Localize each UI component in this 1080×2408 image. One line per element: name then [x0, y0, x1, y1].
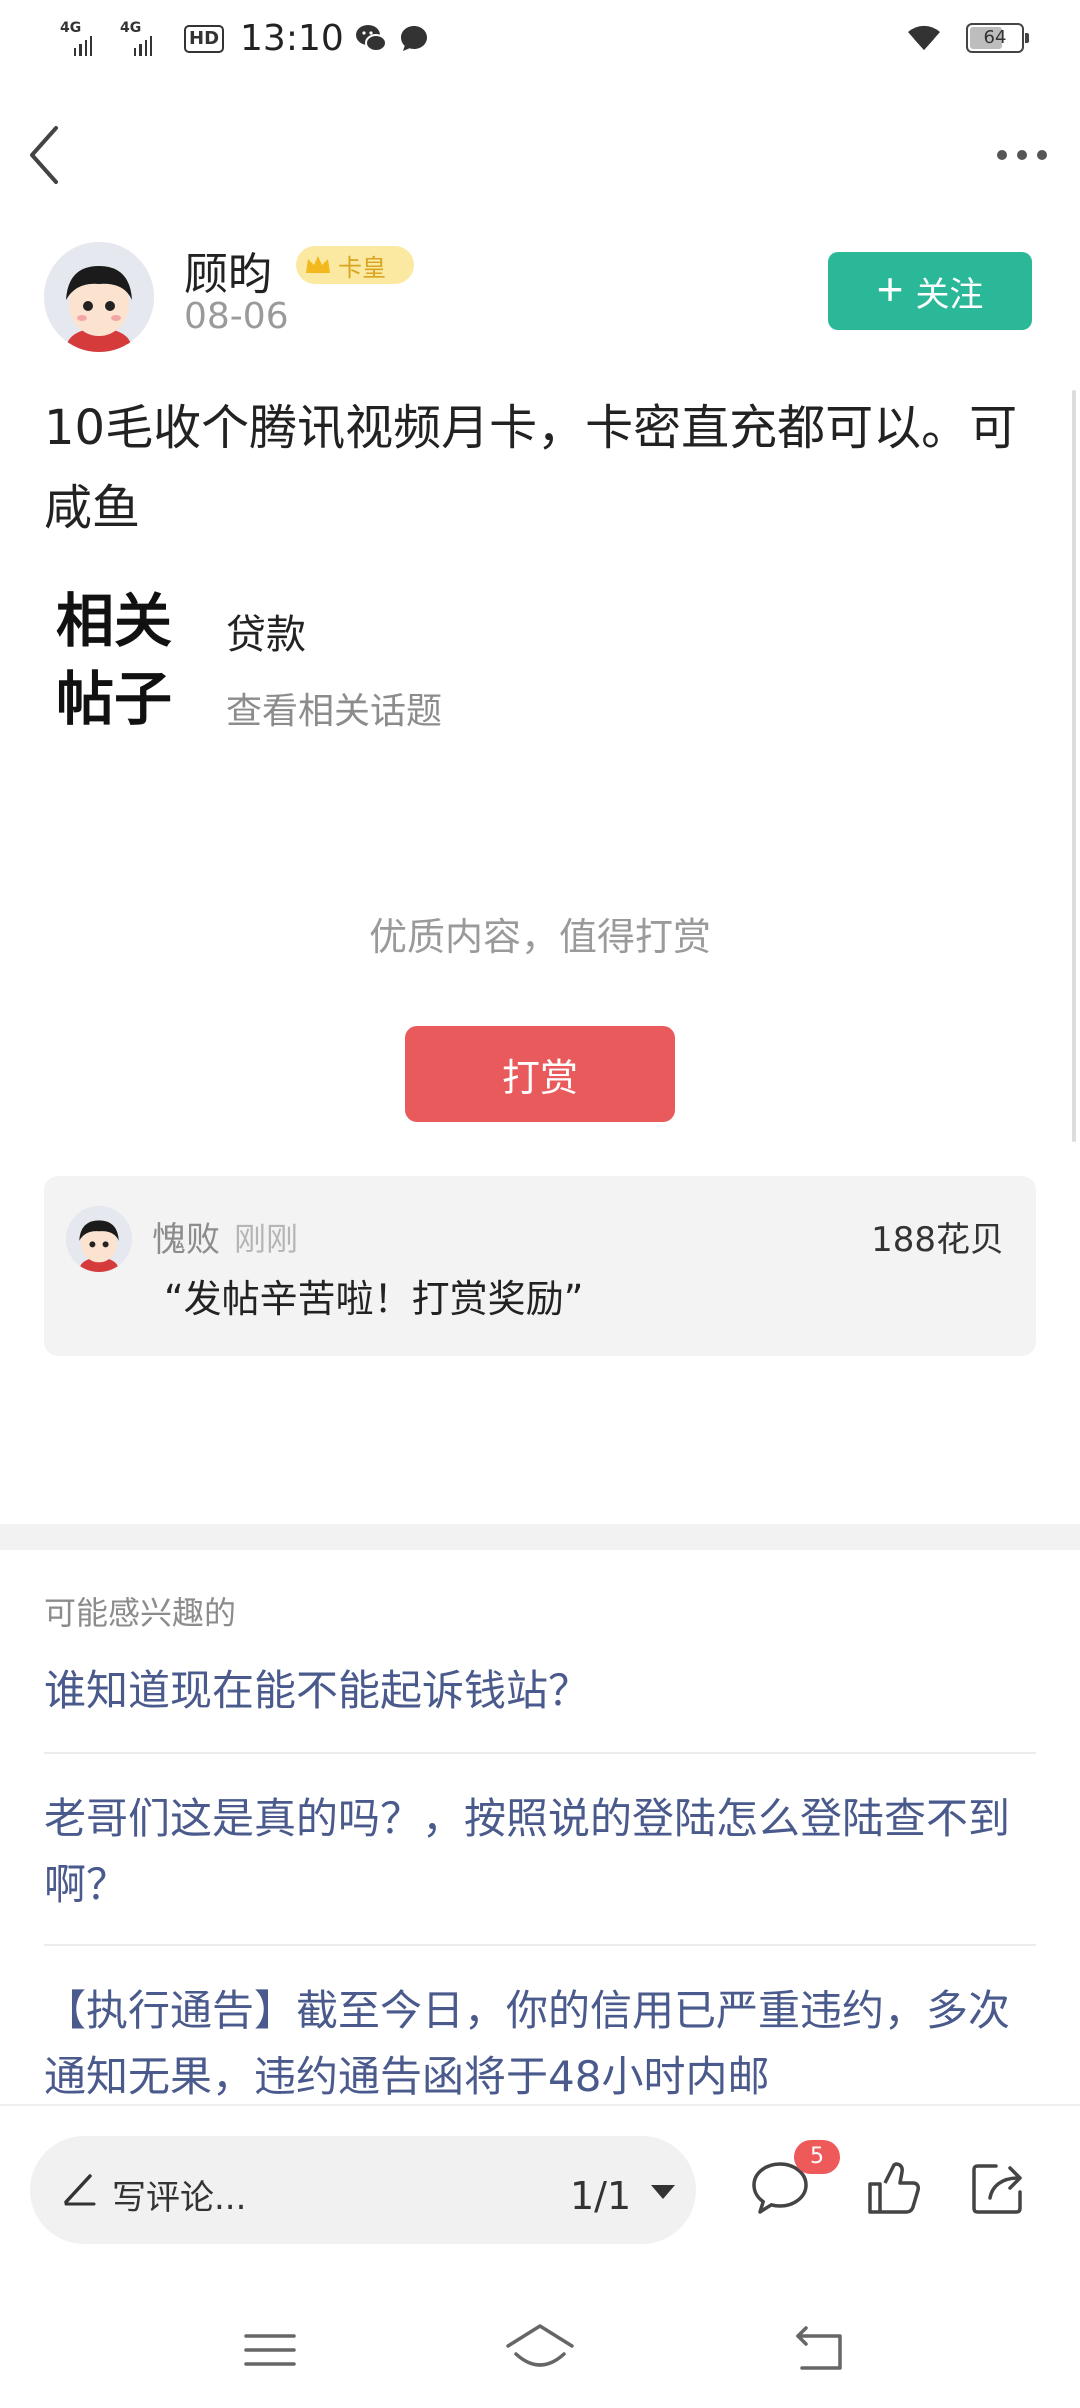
post-date: 08-06	[184, 296, 289, 337]
wechat-icon	[355, 24, 387, 52]
signal-1-label: 4G	[60, 19, 82, 36]
rewarder-avatar[interactable]	[66, 1206, 132, 1272]
back-nav-icon[interactable]	[790, 2320, 850, 2380]
author-name[interactable]: 顾昀	[184, 238, 272, 302]
bottom-action-bar: 写评论... 1/1 5	[0, 2104, 1080, 2292]
wifi-icon	[908, 25, 940, 50]
signal-2-label: 4G	[120, 19, 142, 36]
plus-icon: +	[876, 263, 904, 315]
signal-2-icon: 4G	[120, 19, 152, 56]
author-badge: 卡皇	[296, 246, 414, 284]
reward-prompt: 优质内容，值得打赏	[368, 915, 711, 959]
recommendation-item[interactable]: 老哥们这是真的吗？，按照说的登陆怎么登陆查不到啊？	[44, 1786, 1036, 1918]
section-divider	[0, 1524, 1080, 1550]
reward-message: “发帖辛苦啦！打赏奖励”	[164, 1277, 584, 1321]
reward-time: 刚刚	[234, 1220, 299, 1258]
reward-record: 愧败 刚刚 188花贝 “发帖辛苦啦！打赏奖励”	[44, 1176, 1036, 1356]
pen-icon	[64, 2174, 96, 2206]
status-bar: 4G 4G HD 13:10 64	[0, 0, 1080, 80]
recommendations-title: 可能感兴趣的	[44, 1594, 237, 1632]
status-time: 13:10	[240, 18, 344, 59]
caret-down-icon[interactable]	[648, 2182, 678, 2202]
related-tag[interactable]: 贷款	[226, 602, 306, 660]
share-icon[interactable]	[966, 2156, 1030, 2220]
status-left: 4G 4G HD 13:10	[60, 18, 430, 59]
crown-icon	[306, 256, 330, 273]
more-dots-icon[interactable]	[994, 140, 1050, 170]
avatar-illustration	[66, 1206, 132, 1272]
comment-input[interactable]: 写评论... 1/1	[30, 2136, 696, 2244]
related-posts-title: 相关帖子	[56, 587, 173, 733]
signal-1-icon: 4G	[60, 19, 92, 56]
recommendation-divider	[44, 1752, 1036, 1754]
related-topics-link[interactable]: 查看相关话题	[226, 682, 442, 734]
rewarder-name[interactable]: 愧败	[152, 1212, 220, 1261]
page-indicator[interactable]: 1/1	[570, 2174, 631, 2218]
hd-icon: HD	[184, 24, 225, 53]
follow-label: 关注	[915, 275, 984, 314]
comment-placeholder: 写评论...	[112, 2178, 247, 2218]
post-content: 10毛收个腾讯视频月卡，卡密直充都可以。可咸鱼	[44, 400, 1018, 536]
battery-level: 64	[983, 27, 1007, 48]
system-nav-bar	[0, 2292, 1080, 2408]
message-icon	[400, 25, 427, 51]
reward-amount: 188花贝	[871, 1220, 1004, 1260]
back-arrow-icon[interactable]	[26, 120, 66, 190]
home-icon[interactable]	[504, 2320, 576, 2380]
badge-label: 卡皇	[338, 253, 386, 282]
recommendation-item[interactable]: 【执行通告】截至今日，你的信用已严重违约，多次通知无果，违约通告函将于48小时内…	[44, 1978, 1036, 2104]
menu-icon[interactable]	[240, 2320, 300, 2380]
avatar-illustration	[44, 242, 154, 352]
comment-count-badge: 5	[794, 2140, 840, 2174]
reward-button[interactable]: 打赏	[405, 1026, 675, 1122]
recommendation-item[interactable]: 谁知道现在能不能起诉钱站？	[44, 1658, 1036, 1724]
recommendation-divider	[44, 1944, 1036, 1946]
status-right: 64	[904, 22, 1029, 54]
author-avatar[interactable]	[44, 242, 154, 352]
scrollbar[interactable]	[1072, 390, 1076, 1142]
thumbs-up-icon[interactable]	[862, 2156, 926, 2220]
follow-button[interactable]: + 关注	[828, 252, 1032, 330]
battery-icon: 64	[966, 23, 1029, 53]
